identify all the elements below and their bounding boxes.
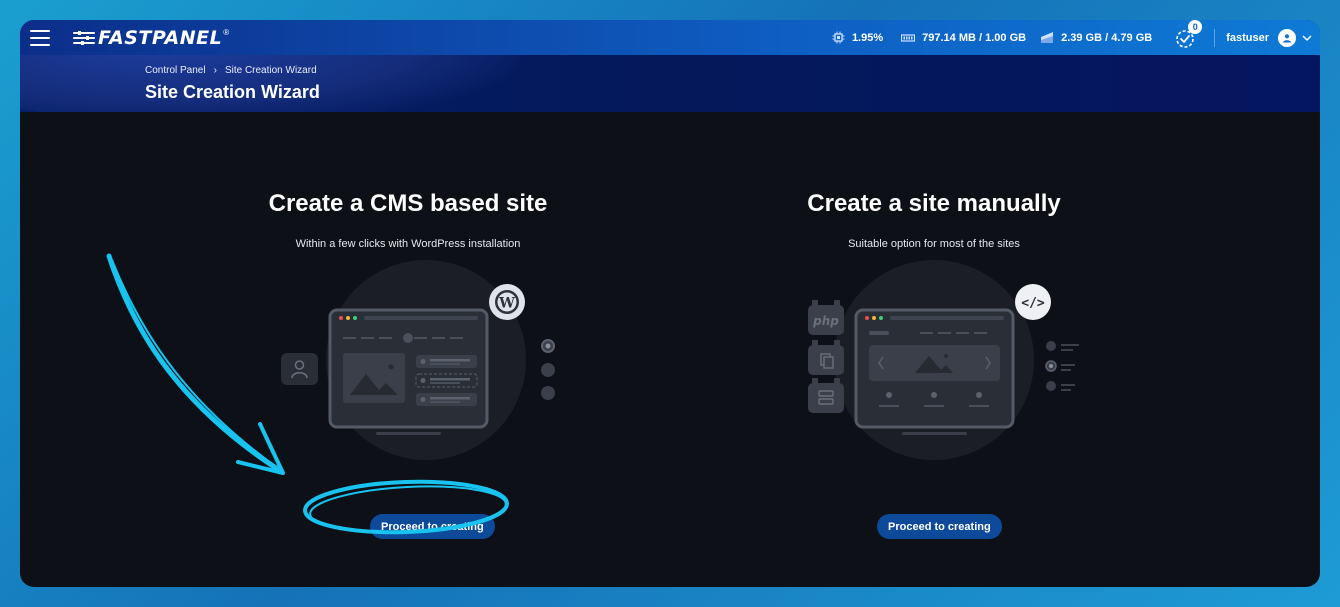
cms-illustration: W [281,260,555,460]
user-menu[interactable]: fastuser [1226,28,1312,47]
app-window: FASTPANEL ® 1.95% 797.14 MB / 1.00 GB 2.… [20,20,1320,587]
cms-card-title: Create a CMS based site [268,190,548,217]
disk-value: 2.39 GB / 4.79 GB [1061,31,1153,44]
breadcrumb: Control Panel › Site Creation Wizard [145,65,317,76]
logo-text: FASTPANEL [98,26,223,49]
php-label: php [812,314,839,328]
breadcrumb-current: Site Creation Wizard [224,65,317,76]
logo[interactable]: FASTPANEL ® [72,27,229,49]
memory-stat[interactable]: 797.14 MB / 1.00 GB [901,32,1026,44]
cms-proceed-button[interactable]: Proceed to creating [370,514,495,539]
manual-illustration: php </> [808,260,1079,460]
tasks-badge: 0 [1188,20,1203,34]
cms-card-subtitle: Within a few clicks with WordPress insta… [295,238,521,250]
page-header: Control Panel › Site Creation Wizard Sit… [20,55,1320,112]
top-bar: FASTPANEL ® 1.95% 797.14 MB / 1.00 GB 2.… [20,20,1320,55]
page-title: Site Creation Wizard [145,82,320,102]
disk-icon [1041,32,1054,43]
tasks-indicator[interactable]: 0 [1174,20,1203,49]
manual-site-card: Create a site manually Suitable option f… [724,190,1144,539]
logo-icon [73,30,95,45]
topbar-divider [1214,28,1216,47]
manual-proceed-button[interactable]: Proceed to creating [877,514,1002,539]
chevron-down-icon [1302,35,1312,41]
manual-card-subtitle: Suitable option for most of the sites [848,238,1020,250]
cms-site-card: Create a CMS based site Within a few cli… [198,190,618,539]
breadcrumb-control-panel[interactable]: Control Panel [145,65,206,76]
breadcrumb-separator: › [213,65,217,76]
cpu-stat[interactable]: 1.95% [832,31,883,44]
username: fastuser [1226,31,1269,44]
wordpress-icon: W [498,296,515,312]
resource-stats: 1.95% 797.14 MB / 1.00 GB 2.39 GB / 4.79… [818,31,1152,44]
code-icon: </> [1021,296,1045,311]
user-avatar-icon [1278,28,1296,47]
memory-value: 797.14 MB / 1.00 GB [922,31,1027,44]
menu-icon[interactable] [30,29,50,46]
disk-stat[interactable]: 2.39 GB / 4.79 GB [1040,31,1152,44]
memory-icon [901,33,916,42]
logo-registered-mark: ® [223,28,230,37]
cpu-icon [832,31,845,44]
cpu-value: 1.95% [851,31,884,44]
manual-card-title: Create a site manually [807,190,1061,217]
